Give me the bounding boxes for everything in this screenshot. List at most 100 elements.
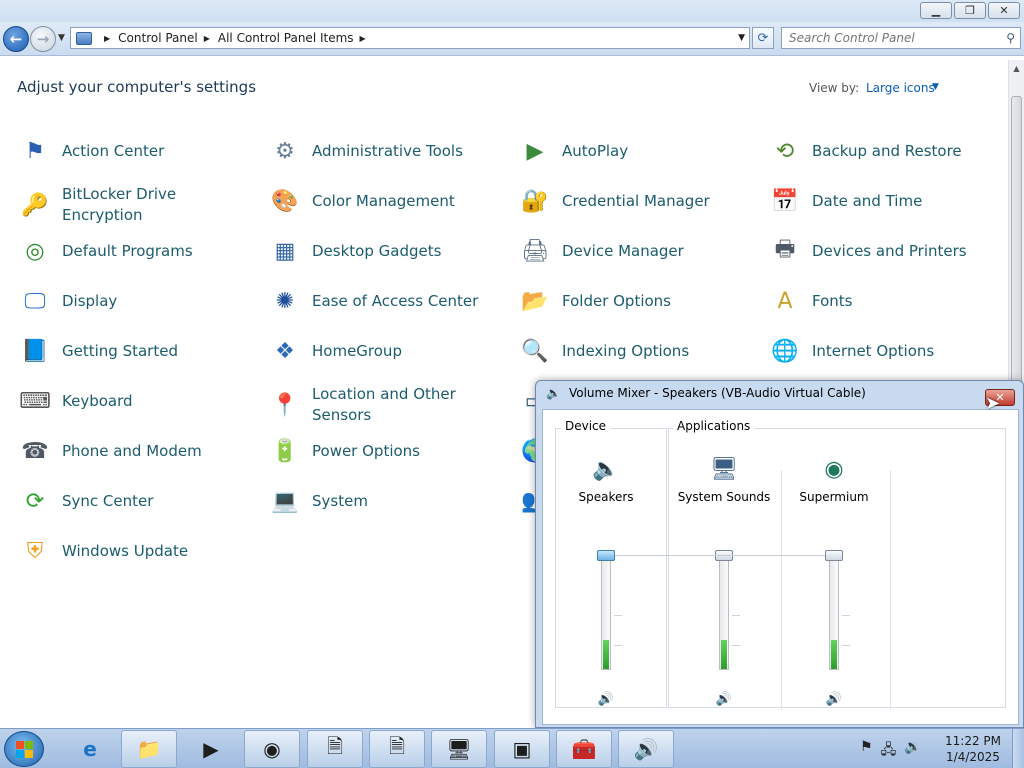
cp-item-label[interactable]: Indexing Options (562, 341, 689, 362)
view-by-dropdown[interactable]: Large icons (866, 81, 935, 95)
speaker-app-button[interactable]: 🔊 (618, 730, 674, 768)
cp-item-keyboard[interactable]: ⌨ Keyboard (18, 384, 258, 418)
breadcrumb-all-items[interactable]: All Control Panel Items (218, 31, 354, 45)
clock[interactable]: 11:22 PM 1/4/2025 (940, 733, 1006, 765)
breadcrumb-arrow-icon[interactable]: ▶ (104, 34, 110, 43)
cp-item-label[interactable]: Keyboard (62, 391, 133, 412)
cp-item-label[interactable]: AutoPlay (562, 141, 628, 162)
search-input[interactable] (789, 31, 989, 45)
cp-item-label[interactable]: BitLocker Drive Encryption (62, 184, 258, 226)
cp-item-devices-and-printers[interactable]: 🖶 Devices and Printers (768, 234, 1008, 268)
control-panel-button[interactable]: 🖥 (431, 730, 487, 768)
cp-item-label[interactable]: Device Manager (562, 241, 684, 262)
cp-item-fonts[interactable]: A Fonts (768, 284, 1008, 318)
breadcrumb-arrow-icon[interactable]: ▶ (204, 34, 210, 43)
address-bar[interactable]: ▶ Control Panel ▶ All Control Panel Item… (70, 27, 750, 49)
cp-item-label[interactable]: Administrative Tools (312, 141, 463, 162)
cp-item-system[interactable]: 💻 System (268, 484, 508, 518)
document-button[interactable]: 🗎 (307, 730, 363, 768)
mute-speaker-icon[interactable]: 🔊 (714, 691, 734, 707)
cube-app-button[interactable]: ▣ (494, 730, 550, 768)
cp-item-label[interactable]: Backup and Restore (812, 141, 962, 162)
volume-slider-thumb[interactable] (825, 550, 843, 561)
search-box[interactable]: ⚲ (781, 27, 1021, 49)
cp-item-label[interactable]: Ease of Access Center (312, 291, 478, 312)
cp-item-phone-and-modem[interactable]: ☎ Phone and Modem (18, 434, 258, 468)
volume-slider-thumb[interactable] (597, 550, 615, 561)
supermium-button[interactable]: ◉ (244, 730, 300, 768)
close-button[interactable]: ✕ (988, 2, 1020, 19)
cp-item-label[interactable]: Date and Time (812, 191, 922, 212)
cp-item-label[interactable]: Color Management (312, 191, 455, 212)
cp-item-bitlocker-drive-encryption[interactable]: 🔑 BitLocker Drive Encryption (18, 184, 258, 226)
cp-item-label[interactable]: Default Programs (62, 241, 193, 262)
cp-item-power-options[interactable]: 🔋 Power Options (268, 434, 508, 468)
search-icon[interactable]: ⚲ (1006, 31, 1015, 45)
volume-slider-track[interactable] (719, 555, 729, 670)
internet-explorer-button[interactable]: e (62, 730, 118, 768)
media-player-button[interactable]: ▶ (183, 730, 239, 768)
cp-item-label[interactable]: Fonts (812, 291, 852, 312)
cp-item-indexing-options[interactable]: 🔍 Indexing Options (518, 334, 758, 368)
view-by-chevron-icon[interactable]: ▼ (932, 82, 939, 92)
cp-item-ease-of-access-center[interactable]: ✺ Ease of Access Center (268, 284, 508, 318)
supermium-icon[interactable]: ◉ (817, 452, 851, 486)
cp-item-credential-manager[interactable]: 🔐 Credential Manager (518, 184, 758, 218)
mute-speaker-icon[interactable]: 🔊 (596, 691, 616, 707)
cp-item-label[interactable]: Credential Manager (562, 191, 710, 212)
cp-item-administrative-tools[interactable]: ⚙ Administrative Tools (268, 134, 508, 168)
cp-item-label[interactable]: Location and Other Sensors (312, 384, 508, 426)
cp-item-device-manager[interactable]: 🖨 Device Manager (518, 234, 758, 268)
explorer-button[interactable]: 📁 (121, 730, 177, 768)
volume-slider-track[interactable] (601, 555, 611, 670)
cp-item-label[interactable]: Folder Options (562, 291, 671, 312)
cp-item-default-programs[interactable]: ◎ Default Programs (18, 234, 258, 268)
cp-item-autoplay[interactable]: ▶ AutoPlay (518, 134, 758, 168)
breadcrumb-arrow-icon[interactable]: ▶ (360, 34, 366, 43)
cp-item-color-management[interactable]: 🎨 Color Management (268, 184, 508, 218)
cp-item-label[interactable]: Power Options (312, 441, 420, 462)
cp-item-label[interactable]: Phone and Modem (62, 441, 202, 462)
volume-slider-track[interactable] (829, 555, 839, 670)
cp-item-label[interactable]: Desktop Gadgets (312, 241, 441, 262)
cp-item-label[interactable]: Display (62, 291, 117, 312)
system-sounds-icon[interactable]: 🖥 (707, 452, 741, 486)
cp-item-sync-center[interactable]: ⟳ Sync Center (18, 484, 258, 518)
cp-item-date-and-time[interactable]: 📅 Date and Time (768, 184, 1008, 218)
volume-icon[interactable]: 🔉 (904, 739, 921, 763)
cp-item-label[interactable]: Sync Center (62, 491, 153, 512)
cp-item-label[interactable]: Getting Started (62, 341, 178, 362)
show-desktop-button[interactable] (1012, 729, 1024, 768)
cp-item-label[interactable]: Internet Options (812, 341, 934, 362)
cp-item-folder-options[interactable]: 📂 Folder Options (518, 284, 758, 318)
cp-item-action-center[interactable]: ⚑ Action Center (18, 134, 258, 168)
cp-item-windows-update[interactable]: ⛨ Windows Update (18, 534, 258, 568)
restore-button[interactable]: ❐ (954, 2, 986, 19)
mute-speaker-icon[interactable]: 🔊 (824, 691, 844, 707)
speaker-icon[interactable]: 🔈 (589, 452, 623, 486)
back-button[interactable]: ← (3, 26, 29, 52)
cp-item-label[interactable]: HomeGroup (312, 341, 402, 362)
cp-item-location-and-other-sensors[interactable]: 📍 Location and Other Sensors (268, 384, 508, 426)
cp-item-internet-options[interactable]: 🌐 Internet Options (768, 334, 1008, 368)
address-dropdown-icon[interactable]: ▼ (738, 33, 745, 43)
cp-item-label[interactable]: Action Center (62, 141, 164, 162)
cp-item-label[interactable]: System (312, 491, 368, 512)
network-icon[interactable]: 🖧 (881, 739, 897, 763)
start-button[interactable] (4, 731, 44, 767)
minimize-button[interactable]: ▁ (920, 2, 952, 19)
cp-item-label[interactable]: Windows Update (62, 541, 188, 562)
breadcrumb-control-panel[interactable]: Control Panel (118, 31, 198, 45)
cp-item-desktop-gadgets[interactable]: ▦ Desktop Gadgets (268, 234, 508, 268)
cp-item-homegroup[interactable]: ❖ HomeGroup (268, 334, 508, 368)
cp-item-getting-started[interactable]: 📘 Getting Started (18, 334, 258, 368)
document-button[interactable]: 🗎 (369, 730, 425, 768)
refresh-button[interactable]: ⟳ (752, 27, 774, 49)
cp-item-backup-and-restore[interactable]: ⟲ Backup and Restore (768, 134, 1008, 168)
scroll-up-icon[interactable]: ▲ (1009, 60, 1024, 76)
cp-item-label[interactable]: Devices and Printers (812, 241, 967, 262)
cp-item-display[interactable]: 🖵 Display (18, 284, 258, 318)
forward-button[interactable]: → (30, 26, 56, 52)
toolbox-app-button[interactable]: 🧰 (556, 730, 612, 768)
recent-pages-chevron-icon[interactable]: ▼ (58, 33, 65, 43)
